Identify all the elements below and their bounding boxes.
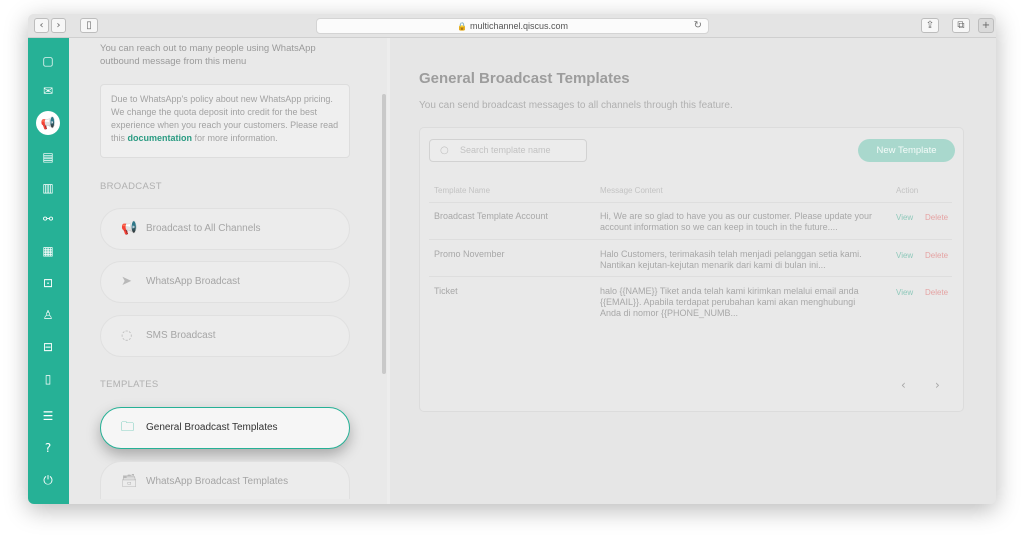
menu-item-label: SMS Broadcast [146,330,216,341]
view-button[interactable]: View [896,250,913,261]
policy-suffix: for more information. [194,133,278,143]
url-text: multichannel.qiscus.com [469,21,568,31]
menu-item-label: WhatsApp Broadcast [146,276,240,287]
message-content: halo {{NAME}} Tiket anda telah kami kiri… [600,286,890,319]
reload-icon[interactable]: ↻ [694,19,702,33]
row-divider [429,239,952,240]
page-subtitle: You can send broadcast messages to all c… [419,100,733,111]
broadcast-section-label: BROADCAST [100,181,162,192]
next-page-icon[interactable]: › [935,378,940,392]
menu-item-label: WhatsApp Broadcast Templates [146,476,289,487]
agent-icon[interactable]: ♙ [38,305,58,325]
archive-icon: 🗃 [121,474,138,489]
template-name: Ticket [434,286,458,296]
view-button[interactable]: View [896,287,913,298]
sms-icon: ◌ [121,328,133,343]
megaphone-icon: 📢 [121,221,138,236]
delete-button[interactable]: Delete [925,212,948,223]
view-button[interactable]: View [896,212,913,223]
template-name: Broadcast Template Account [434,211,548,221]
back-icon[interactable]: ‹ [34,18,49,33]
message-line: halo {{NAME}} Tiket anda telah kami kiri… [600,286,859,296]
sidebar-toggle-icon[interactable]: ▯ [80,18,98,33]
mobile-icon[interactable]: ▯ [38,369,58,389]
browser-toolbar: ‹ › ▯ 🔒 multichannel.qiscus.com ↻ ⇪ ⧉ + [28,14,996,38]
ticket-icon[interactable]: ⊟ [38,337,58,357]
message-line: Nantikan kejutan-kejutan menarik dari ka… [600,260,826,270]
menu-item-label: General Broadcast Templates [146,422,278,433]
delete-button[interactable]: Delete [925,287,948,298]
logout-icon[interactable]: ⏻ [38,470,58,490]
message-line: {{EMAIL}}. Apabila terdapat perubahan ka… [600,297,856,307]
header-divider [429,202,952,203]
panel-scrollbar[interactable] [382,94,386,374]
address-bar[interactable]: 🔒 multichannel.qiscus.com ↻ [316,18,709,34]
templates-section-label: TEMPLATES [100,379,159,390]
message-line: Halo Customers, terimakasih telah menjad… [600,249,862,259]
send-icon: ➤ [121,274,132,289]
delete-button[interactable]: Delete [925,250,948,261]
column-header-message-content: Message Content [600,186,663,195]
search-placeholder: Search template name [460,145,551,155]
menu-whatsapp-broadcast-templates[interactable]: 🗃 WhatsApp Broadcast Templates [100,461,350,499]
menu-item-label: Broadcast to All Channels [146,223,261,234]
contact-card-icon[interactable]: ▤ [38,147,58,167]
template-name: Promo November [434,249,505,259]
settings-icon[interactable]: ☰ [38,406,58,426]
analytics-icon[interactable]: ▥ [38,178,58,198]
search-input[interactable]: ○ Search template name [429,139,587,162]
menu-sms-broadcast[interactable]: ◌ SMS Broadcast [100,315,350,357]
folder-icon: 🗀 [121,420,135,435]
message-content: Hi, We are so glad to have you as our cu… [600,211,890,233]
prev-page-icon[interactable]: ‹ [901,378,906,392]
new-template-button[interactable]: New Template [858,139,955,162]
page-title: General Broadcast Templates [419,70,630,87]
share-icon[interactable]: ⇪ [921,18,939,33]
menu-broadcast-all-channels[interactable]: 📢 Broadcast to All Channels [100,208,350,250]
new-tab-icon[interactable]: + [978,18,994,33]
mail-icon[interactable]: ✉ [38,81,58,101]
row-divider [429,276,952,277]
chat-icon[interactable]: ▢ [38,51,58,71]
apps-icon[interactable]: ▦ [38,241,58,261]
bot-icon[interactable]: ⊡ [38,273,58,293]
help-icon[interactable]: ? [38,438,58,458]
policy-notice: Due to WhatsApp's policy about new Whats… [100,84,350,158]
message-content: Halo Customers, terimakasih telah menjad… [600,249,890,271]
menu-general-broadcast-templates[interactable]: 🗀 General Broadcast Templates [100,407,350,449]
menu-whatsapp-broadcast[interactable]: ➤ WhatsApp Broadcast [100,261,350,303]
column-header-template-name: Template Name [434,186,491,195]
forward-icon[interactable]: › [51,18,66,33]
documentation-link[interactable]: documentation [128,133,193,143]
app-sidebar: ▢ ✉ 📢 ▤ ▥ ⚯ ▦ ⊡ ♙ ⊟ ▯ ☰ ? ⏻ [28,38,69,504]
tabs-icon[interactable]: ⧉ [952,18,970,33]
search-icon: ○ [440,145,449,156]
column-header-action: Action [896,186,919,195]
intro-text: You can reach out to many people using W… [100,43,316,67]
lock-icon: 🔒 [456,22,467,31]
message-line: Anda di nomor {{PHONE_NUMB... [600,308,739,318]
broadcast-icon[interactable]: 📢 [36,111,60,135]
integration-icon[interactable]: ⚯ [38,209,58,229]
message-line: account information so we can keep in to… [600,222,838,232]
message-line: Hi, We are so glad to have you as our cu… [600,211,872,221]
